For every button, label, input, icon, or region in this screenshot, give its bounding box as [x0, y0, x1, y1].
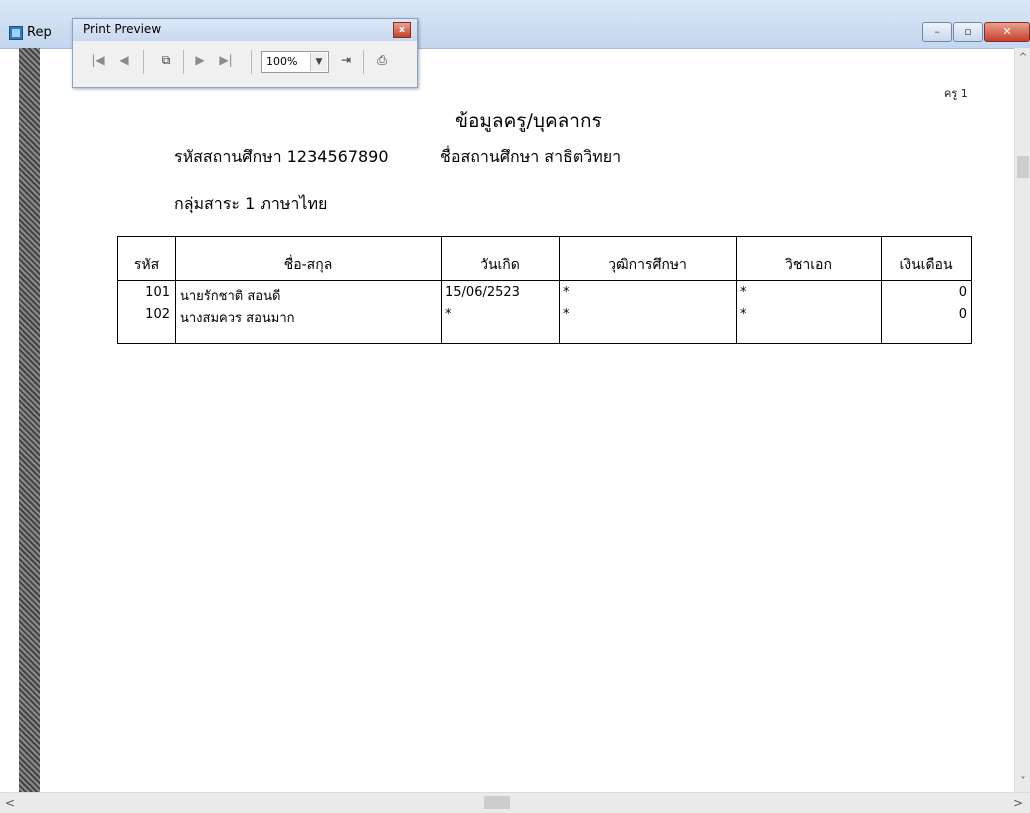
row-2-major: * — [740, 307, 747, 322]
scroll-down-icon[interactable]: ˅ — [1015, 774, 1030, 790]
page-margin-shading — [19, 48, 40, 792]
col-header-id: รหัส — [133, 257, 160, 273]
school-name: ชื่อสถานศึกษา สาธิตวิทยา — [440, 147, 622, 166]
report-window: Rep – ▫ ✕ ครู 1 ข้อมูลครู/บุคลากร รหัสสถ… — [0, 0, 1030, 813]
zoom-value: 100% — [266, 55, 298, 68]
page-label: ครู 1 — [944, 87, 968, 100]
col-header-name: ชื่อ-สกุล — [283, 257, 333, 273]
subject-group: กลุ่มสาระ 1 ภาษาไทย — [174, 194, 328, 213]
row-2-degree: * — [563, 307, 570, 322]
school-code: รหัสสถานศึกษา 1234567890 — [174, 147, 389, 166]
row-1-id: 101 — [145, 285, 170, 300]
col-header-birth: วันเกิด — [480, 257, 520, 273]
row-2-salary: 0 — [958, 307, 967, 322]
zoom-select[interactable]: 100% ▼ — [261, 51, 329, 73]
staff-table: รหัส ชื่อ-สกุล วันเกิด วุฒิการศึกษา วิชา… — [117, 236, 972, 344]
print-preview-title: Print Preview — [83, 22, 162, 36]
col-header-salary: เงินเดือน — [899, 257, 953, 273]
previous-page-icon[interactable]: ◀ — [115, 53, 133, 67]
col-header-major: วิชาเอก — [785, 257, 832, 273]
maximize-button[interactable]: ▫ — [953, 22, 983, 42]
multi-page-icon[interactable]: ⧉ — [157, 53, 175, 68]
print-preview-close-button[interactable]: x — [393, 22, 411, 38]
window-title: Rep — [27, 25, 52, 40]
scroll-right-icon[interactable]: > — [1010, 795, 1026, 811]
col-header-degree: วุฒิการศึกษา — [608, 257, 687, 273]
print-preview-toolbar: Print Preview x |◀ ◀ ⧉ ▶ ▶| 100% ▼ ⇥ ⎙ — [72, 18, 418, 88]
chevron-down-icon[interactable]: ▼ — [310, 53, 327, 71]
close-button[interactable]: ✕ — [984, 22, 1030, 42]
print-preview-titlebar[interactable]: Print Preview x — [73, 19, 417, 41]
scroll-left-icon[interactable]: < — [2, 795, 18, 811]
row-1-salary: 0 — [958, 285, 967, 300]
first-page-icon[interactable]: |◀ — [89, 53, 107, 67]
horizontal-scroll-thumb[interactable] — [484, 796, 510, 809]
next-page-icon[interactable]: ▶ — [191, 53, 209, 67]
vertical-scroll-thumb[interactable] — [1017, 156, 1029, 178]
row-2-birth: * — [445, 307, 452, 322]
report-title: ข้อมูลครู/บุคลากร — [455, 110, 602, 132]
row-1-birth: 15/06/2523 — [445, 285, 520, 300]
exit-icon[interactable]: ⇥ — [337, 53, 355, 67]
row-1-name: นายรักชาติ สอนดี — [180, 289, 281, 304]
horizontal-scrollbar[interactable]: < > — [0, 792, 1030, 813]
vertical-scrollbar[interactable]: ^ ˅ — [1014, 48, 1030, 792]
row-1-major: * — [740, 285, 747, 300]
last-page-icon[interactable]: ▶| — [217, 53, 235, 67]
row-1-degree: * — [563, 285, 570, 300]
row-2-id: 102 — [145, 307, 170, 322]
scroll-up-icon[interactable]: ^ — [1015, 50, 1030, 66]
app-icon — [9, 26, 23, 40]
minimize-button[interactable]: – — [922, 22, 952, 42]
row-2-name: นางสมควร สอนมาก — [180, 311, 295, 326]
printer-icon[interactable]: ⎙ — [373, 53, 391, 68]
